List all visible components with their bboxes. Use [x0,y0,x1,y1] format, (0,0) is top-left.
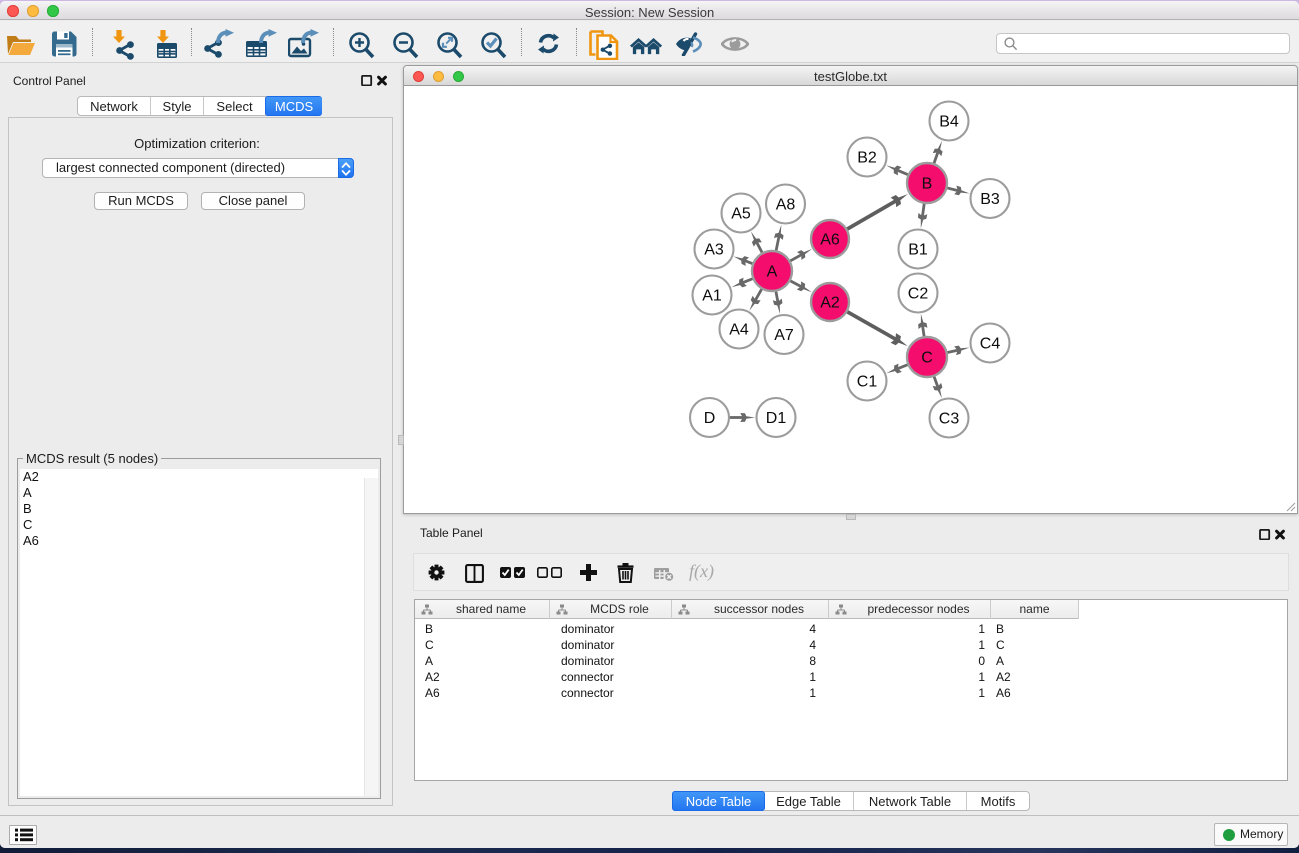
svg-text:C: C [921,350,933,367]
svg-text:C1: C1 [857,374,878,391]
svg-text:A8: A8 [776,197,796,214]
svg-text:A4: A4 [729,322,749,339]
svg-text:B: B [922,176,933,193]
svg-text:A6: A6 [820,232,840,249]
svg-text:A7: A7 [774,327,794,344]
svg-text:B2: B2 [857,150,877,167]
svg-text:A3: A3 [704,242,724,259]
svg-text:A1: A1 [702,288,722,305]
svg-text:A5: A5 [731,206,751,223]
svg-text:A2: A2 [820,295,840,312]
svg-text:B1: B1 [908,242,928,259]
svg-text:C2: C2 [908,286,929,303]
svg-text:B3: B3 [980,191,1000,208]
svg-text:B4: B4 [939,114,959,131]
svg-text:C4: C4 [980,336,1001,353]
svg-text:D1: D1 [766,410,787,427]
svg-text:A: A [767,264,778,281]
svg-text:C3: C3 [939,411,960,428]
svg-text:D: D [704,410,716,427]
